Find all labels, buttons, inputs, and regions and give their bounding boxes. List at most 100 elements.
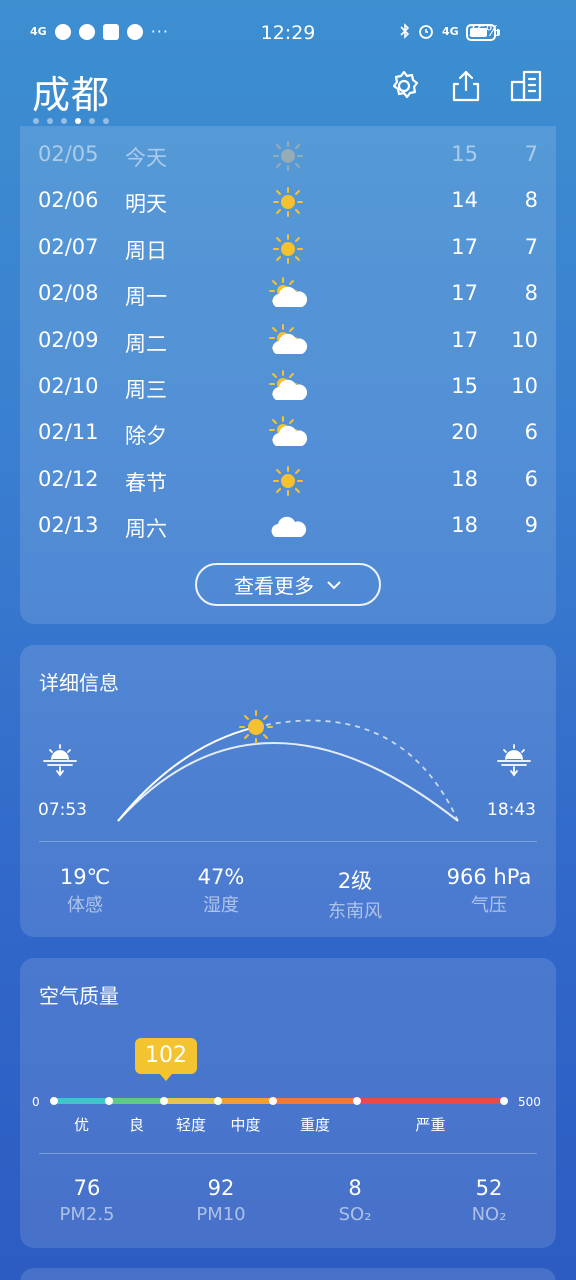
pressure-stat: 966 hPa 气压 <box>424 865 554 917</box>
forecast-date: 02/09 <box>38 327 99 352</box>
sun-icon <box>268 182 308 222</box>
forecast-day: 今天 <box>125 146 167 170</box>
page-dot <box>103 118 109 124</box>
aqi-scale-bar <box>54 1098 504 1104</box>
aqi-level-label: 中度 <box>230 1116 261 1134</box>
aqi-segment <box>164 1098 218 1104</box>
aqi-segment <box>54 1098 109 1104</box>
city-name[interactable]: 成都 <box>32 64 110 119</box>
partly-cloudy-icon <box>268 322 308 362</box>
forecast-low-temp: 6 <box>524 466 538 491</box>
forecast-date: 02/08 <box>38 281 99 306</box>
air-quality-card[interactable]: 空气质量 102 0 500 优 良 轻度 中度 重度 严重 76 PM2.5 92 PM10 8… <box>20 958 556 1248</box>
forecast-high-temp: 17 <box>451 234 478 259</box>
forecast-high-temp: 20 <box>451 420 478 445</box>
sunset-time: 18:43 <box>487 800 536 820</box>
aqi-tick <box>50 1097 58 1105</box>
share-icon[interactable] <box>448 68 484 104</box>
details-divider <box>39 841 537 842</box>
forecast-date: 02/12 <box>38 466 99 491</box>
page-dot <box>61 118 67 124</box>
sun-icon <box>268 229 308 269</box>
pollutant-value: 92 <box>207 1176 235 1200</box>
sunset-icon <box>497 744 531 777</box>
cloud-icon <box>268 507 308 547</box>
forecast-day: 周日 <box>125 238 167 263</box>
forecast-date: 02/05 <box>38 142 99 166</box>
forecast-date: 02/07 <box>38 234 99 259</box>
partly-cloudy-icon <box>268 368 308 408</box>
aqi-segment <box>357 1098 504 1104</box>
sunrise-icon <box>43 744 77 777</box>
page-indicator <box>33 118 109 124</box>
pressure-label: 气压 <box>471 895 507 916</box>
forecast-row[interactable]: 02/07 周日 17 7 <box>20 225 556 271</box>
sun-position-icon <box>239 710 273 744</box>
aqi-level-label: 良 <box>129 1116 145 1134</box>
view-more-button[interactable]: 查看更多 <box>195 563 381 606</box>
aqi-tick <box>160 1097 168 1105</box>
partly-cloudy-icon <box>268 414 308 454</box>
pollutant-value: 8 <box>348 1176 362 1200</box>
pollutant-value: 52 <box>475 1176 503 1200</box>
aqi-tick <box>269 1097 277 1105</box>
forecast-date: 02/11 <box>38 420 99 445</box>
humidity-value: 47% <box>197 865 245 889</box>
aqi-tick <box>105 1097 113 1105</box>
forecast-high-temp: 15 <box>451 142 478 166</box>
page-dot <box>75 118 81 124</box>
aqi-tick <box>500 1097 508 1105</box>
forecast-day: 周三 <box>125 378 167 402</box>
forecast-row[interactable]: 02/13 周六 18 9 <box>20 503 556 549</box>
humidity-stat: 47% 湿度 <box>156 865 286 917</box>
chevron-down-icon <box>327 580 341 589</box>
forecast-high-temp: 14 <box>451 188 478 213</box>
aqi-level-label: 轻度 <box>176 1116 207 1134</box>
air-quality-title: 空气质量 <box>39 984 119 1008</box>
forecast-row[interactable]: 02/10 周三 15 10 <box>20 364 556 410</box>
forecast-date: 02/10 <box>38 374 99 398</box>
feels-like-label: 体感 <box>67 895 103 916</box>
forecast-low-temp: 6 <box>524 420 538 445</box>
city-list-icon[interactable] <box>508 68 544 104</box>
aqi-segment <box>273 1098 357 1104</box>
aqi-tick <box>214 1097 222 1105</box>
wind-value: 2级 <box>337 869 373 893</box>
battery-level <box>470 28 487 37</box>
pollutant-item: 52 NO₂ <box>424 1176 554 1225</box>
forecast-row[interactable]: 02/09 周二 17 10 <box>20 318 556 364</box>
view-more-label: 查看更多 <box>234 574 314 598</box>
sunrise-time: 07:53 <box>38 800 87 820</box>
aqi-level-label: 严重 <box>415 1116 446 1134</box>
pollutant-value: 76 <box>73 1176 101 1200</box>
feels-like-value: 19℃ <box>59 865 111 889</box>
forecast-day: 除夕 <box>125 424 167 449</box>
sun-icon <box>268 461 308 501</box>
details-title: 详细信息 <box>39 671 119 695</box>
forecast-card: 02/05 今天 15 7 02/06 明天 14 8 02/07 周日 17 7 02/08 周一 <box>20 126 556 624</box>
pollutant-label: SO₂ <box>338 1204 372 1225</box>
forecast-day: 明天 <box>125 192 167 217</box>
aqi-segment <box>109 1098 164 1104</box>
forecast-day: 周二 <box>125 331 167 356</box>
forecast-high-temp: 15 <box>451 374 478 398</box>
aqi-value-badge: 102 <box>135 1038 197 1074</box>
forecast-date: 02/13 <box>38 513 99 538</box>
pollutant-item: 76 PM2.5 <box>22 1176 152 1225</box>
settings-gear-icon[interactable] <box>386 68 422 104</box>
wind-label: 东南风 <box>328 901 382 922</box>
aqi-scale-min: 0 <box>32 1095 40 1109</box>
aqi-badge-pointer <box>159 1073 173 1081</box>
forecast-row[interactable]: 02/08 周一 17 8 <box>20 271 556 317</box>
pressure-value: 966 hPa <box>446 865 532 889</box>
pollutant-label: PM2.5 <box>59 1204 115 1225</box>
sun-icon <box>268 136 308 176</box>
forecast-row[interactable]: 02/05 今天 15 7 <box>20 132 556 178</box>
forecast-row[interactable]: 02/11 除夕 20 6 <box>20 410 556 456</box>
forecast-row[interactable]: 02/06 明天 14 8 <box>20 178 556 224</box>
forecast-low-temp: 10 <box>511 374 538 398</box>
aqi-divider <box>39 1153 537 1154</box>
page-dot <box>33 118 39 124</box>
partly-cloudy-icon <box>268 275 308 315</box>
forecast-row[interactable]: 02/12 春节 18 6 <box>20 457 556 503</box>
